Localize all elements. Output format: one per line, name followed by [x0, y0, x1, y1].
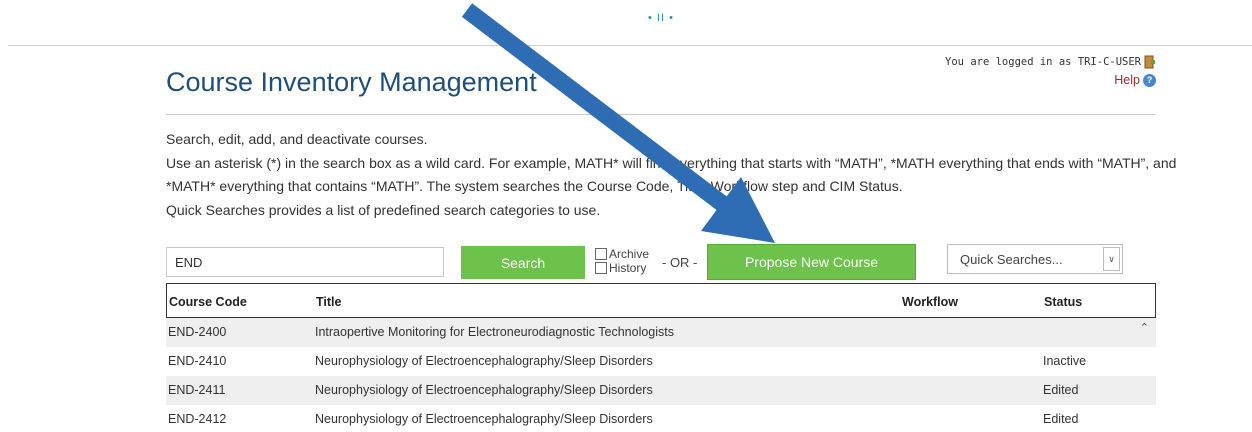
page-title: Course Inventory Management — [166, 67, 537, 97]
table-row[interactable]: END-2400 Intraopertive Monitoring for El… — [166, 318, 1156, 347]
help-line: Help ? — [945, 73, 1156, 87]
cell-course-code: END-2411 — [168, 383, 226, 397]
cell-status: Edited — [1043, 412, 1079, 426]
header-title[interactable]: Title — [316, 295, 341, 309]
search-button[interactable]: Search — [461, 246, 585, 279]
search-row: Search Archive History - OR - Propose Ne… — [166, 244, 1156, 282]
cell-status: Inactive — [1043, 354, 1087, 368]
user-info: You are logged in as TRI-C-USER Help ? — [945, 55, 1156, 87]
brand-logo: • II • — [648, 12, 674, 24]
course-table: Course Code Title Workflow Status END-24… — [166, 283, 1156, 432]
cell-course-code: END-2410 — [168, 354, 227, 368]
intro-line-2: Use an asterisk (*) in the search box as… — [166, 154, 1177, 195]
cell-title: Neurophysiology of Electroencephalograph… — [315, 354, 653, 368]
cell-course-code: END-2400 — [168, 325, 227, 339]
cell-course-code: END-2412 — [168, 412, 227, 426]
history-option[interactable]: History — [595, 261, 649, 275]
or-separator: - OR - — [662, 255, 698, 270]
table-row[interactable]: END-2410 Neurophysiology of Electroencep… — [166, 347, 1156, 376]
user-line: You are logged in as TRI-C-USER — [945, 55, 1156, 69]
archive-history-group: Archive History — [595, 247, 649, 275]
scroll-up-icon[interactable]: ⌃ — [1140, 321, 1149, 334]
help-icon[interactable]: ? — [1143, 73, 1156, 87]
logged-in-text: You are logged in as TRI-C-USER — [945, 56, 1141, 68]
cell-title: Intraopertive Monitoring for Electroneur… — [315, 325, 674, 339]
intro-line-3: Quick Searches provides a list of predef… — [166, 201, 601, 218]
table-row[interactable]: END-2412 Neurophysiology of Electroencep… — [166, 405, 1156, 432]
archive-label: Archive — [609, 247, 650, 261]
quick-searches-value: Quick Searches... — [960, 251, 1063, 267]
quick-searches-select[interactable]: Quick Searches... ∨ — [947, 244, 1123, 274]
cell-title: Neurophysiology of Electroencephalograph… — [315, 412, 653, 426]
history-checkbox[interactable] — [595, 262, 607, 274]
header-workflow[interactable]: Workflow — [902, 295, 958, 309]
propose-new-course-button[interactable]: Propose New Course — [707, 244, 916, 280]
archive-checkbox[interactable] — [595, 248, 607, 260]
history-label: History — [609, 261, 647, 275]
header-status[interactable]: Status — [1044, 295, 1082, 309]
archive-option[interactable]: Archive — [595, 247, 649, 261]
table-header: Course Code Title Workflow Status — [166, 283, 1156, 318]
cell-status: Edited — [1043, 383, 1079, 397]
intro-text: Search, edit, add, and deactivate course… — [166, 128, 1196, 222]
top-divider — [8, 45, 1252, 46]
search-input[interactable] — [166, 247, 444, 277]
cell-title: Neurophysiology of Electroencephalograph… — [315, 383, 653, 397]
intro-line-1: Search, edit, add, and deactivate course… — [166, 131, 428, 147]
chevron-down-icon[interactable]: ∨ — [1103, 247, 1120, 271]
header-divider — [166, 114, 1156, 115]
logout-icon[interactable] — [1144, 55, 1156, 69]
table-row[interactable]: END-2411 Neurophysiology of Electroencep… — [166, 376, 1156, 405]
header-course-code[interactable]: Course Code — [169, 295, 247, 309]
help-link[interactable]: Help — [1114, 73, 1140, 87]
